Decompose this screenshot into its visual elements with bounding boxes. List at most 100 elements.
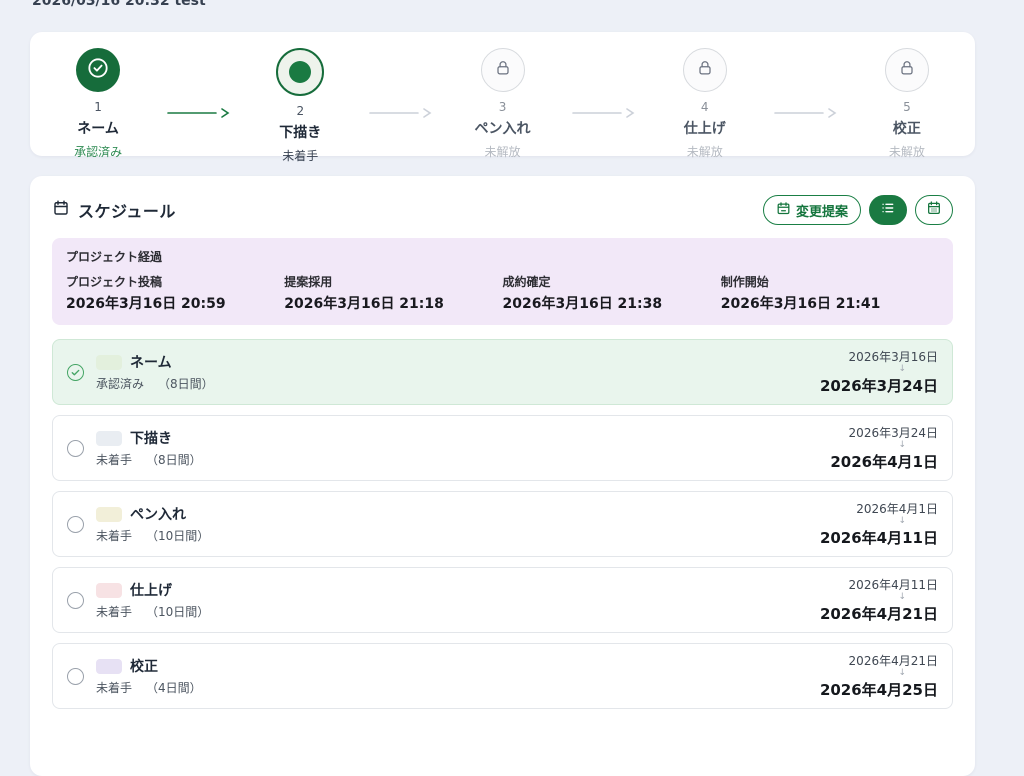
milestone-datetime: 2026年3月16日 21:41 xyxy=(721,293,939,313)
project-progress-banner: プロジェクト経過 プロジェクト投稿 2026年3月16日 20:59 提案採用 … xyxy=(52,238,953,325)
phase-row-shiage[interactable]: 仕上げ 未着手 （10日間） 2026年4月11日 ↓ 2026年4月21日 xyxy=(52,567,953,633)
phase-duration: （4日間） xyxy=(146,679,202,696)
step-number: 4 xyxy=(701,100,709,114)
step-label: 校正 xyxy=(893,118,921,138)
arrow-down-icon: ↓ xyxy=(820,365,906,373)
list-view-button[interactable] xyxy=(869,195,907,225)
phase-end-date: 2026年4月11日 xyxy=(820,527,938,548)
phase-status: 承認済み xyxy=(96,375,144,392)
empty-circle-icon xyxy=(67,440,84,457)
list-icon xyxy=(880,200,896,220)
phase-name: ペン入れ xyxy=(130,504,186,524)
empty-circle-icon xyxy=(67,668,84,685)
phase-name: 校正 xyxy=(130,656,158,676)
calendar-grid-icon xyxy=(926,200,942,220)
check-circle-icon xyxy=(67,364,84,381)
milestone-label: 提案採用 xyxy=(284,273,502,290)
phase-dates: 2026年4月21日 ↓ 2026年4月25日 xyxy=(820,652,938,700)
step-penire[interactable]: 3 ペン入れ 未解放 xyxy=(434,48,570,160)
lock-icon xyxy=(695,58,715,82)
arrow-right-icon xyxy=(571,104,637,123)
phase-start-date: 2026年4月1日 xyxy=(820,500,938,517)
milestone: 成約確定 2026年3月16日 21:38 xyxy=(503,273,721,313)
phase-end-date: 2026年4月25日 xyxy=(820,679,938,700)
phase-info: ネーム 承認済み （8日間） xyxy=(96,352,214,392)
step-name[interactable]: 1 ネーム 承認済み xyxy=(30,48,166,160)
arrow-right-icon xyxy=(166,104,232,123)
phase-list: ネーム 承認済み （8日間） 2026年3月16日 ↓ 2026年3月24日 下… xyxy=(52,339,953,709)
arrow-down-icon: ↓ xyxy=(820,517,906,525)
phase-name: 下描き xyxy=(130,428,172,448)
milestone: 提案採用 2026年3月16日 21:18 xyxy=(284,273,502,313)
schedule-header: スケジュール 変更提案 xyxy=(52,190,953,230)
phase-info: 校正 未着手 （4日間） xyxy=(96,656,202,696)
phase-color-chip xyxy=(96,355,122,370)
milestone-datetime: 2026年3月16日 21:38 xyxy=(503,293,721,313)
phase-dates: 2026年3月16日 ↓ 2026年3月24日 xyxy=(820,348,938,396)
schedule-panel: スケジュール 変更提案 プロジェクト経過 プ xyxy=(30,176,975,776)
step-status: 未解放 xyxy=(889,143,925,160)
phase-color-chip xyxy=(96,583,122,598)
change-proposal-button[interactable]: 変更提案 xyxy=(763,195,861,225)
phase-start-date: 2026年4月11日 xyxy=(820,576,938,593)
milestone: プロジェクト投稿 2026年3月16日 20:59 xyxy=(66,273,284,313)
page-top-note: 2026/03/16 20:32 test xyxy=(32,0,206,9)
phase-start-date: 2026年4月21日 xyxy=(820,652,938,669)
banner-title: プロジェクト経過 xyxy=(66,248,939,265)
step-4-circle xyxy=(683,48,727,92)
step-label: 下描き xyxy=(279,122,321,142)
empty-circle-icon xyxy=(67,516,84,533)
arrow-right-icon xyxy=(368,104,434,123)
phase-duration: （8日間） xyxy=(146,451,202,468)
phase-color-chip xyxy=(96,507,122,522)
step-label: 仕上げ xyxy=(684,118,726,138)
workflow-stepper: 1 ネーム 承認済み 2 下描き 未着手 3 ペン入れ 未解放 xyxy=(30,32,975,156)
step-shiage[interactable]: 4 仕上げ 未解放 xyxy=(637,48,773,160)
phase-row-penire[interactable]: ペン入れ 未着手 （10日間） 2026年4月1日 ↓ 2026年4月11日 xyxy=(52,491,953,557)
phase-name: 仕上げ xyxy=(130,580,172,600)
milestone: 制作開始 2026年3月16日 21:41 xyxy=(721,273,939,313)
step-label: ネーム xyxy=(77,118,119,138)
phase-duration: （10日間） xyxy=(146,527,209,544)
schedule-title: スケジュール xyxy=(78,198,176,222)
phase-dates: 2026年4月1日 ↓ 2026年4月11日 xyxy=(820,500,938,548)
phase-start-date: 2026年3月24日 xyxy=(830,424,938,441)
phase-row-name[interactable]: ネーム 承認済み （8日間） 2026年3月16日 ↓ 2026年3月24日 xyxy=(52,339,953,405)
milestone-columns: プロジェクト投稿 2026年3月16日 20:59 提案採用 2026年3月16… xyxy=(66,273,939,313)
phase-row-kousei[interactable]: 校正 未着手 （4日間） 2026年4月21日 ↓ 2026年4月25日 xyxy=(52,643,953,709)
step-2-circle xyxy=(276,48,324,96)
step-status: 未解放 xyxy=(687,143,723,160)
step-status: 未解放 xyxy=(485,143,521,160)
lock-icon xyxy=(897,58,917,82)
phase-duration: （10日間） xyxy=(146,603,209,620)
phase-status: 未着手 xyxy=(96,451,132,468)
phase-color-chip xyxy=(96,659,122,674)
step-number: 5 xyxy=(903,100,911,114)
arrow-down-icon: ↓ xyxy=(820,593,906,601)
milestone-label: プロジェクト投稿 xyxy=(66,273,284,290)
phase-status: 未着手 xyxy=(96,679,132,696)
step-kousei[interactable]: 5 校正 未解放 xyxy=(839,48,975,160)
phase-end-date: 2026年3月24日 xyxy=(820,375,938,396)
calendar-edit-icon xyxy=(776,201,791,220)
current-step-dot-icon xyxy=(289,61,311,83)
step-label: ペン入れ xyxy=(475,118,531,138)
arrow-down-icon: ↓ xyxy=(830,441,906,449)
step-5-circle xyxy=(885,48,929,92)
step-1-circle xyxy=(76,48,120,92)
phase-color-chip xyxy=(96,431,122,446)
step-shitagaki[interactable]: 2 下描き 未着手 xyxy=(232,48,368,164)
milestone-label: 成約確定 xyxy=(503,273,721,290)
milestone-datetime: 2026年3月16日 21:18 xyxy=(284,293,502,313)
phase-end-date: 2026年4月1日 xyxy=(830,451,938,472)
phase-name: ネーム xyxy=(130,352,172,372)
phase-row-shitagaki[interactable]: 下描き 未着手 （8日間） 2026年3月24日 ↓ 2026年4月1日 xyxy=(52,415,953,481)
schedule-actions: 変更提案 xyxy=(763,195,953,225)
milestone-datetime: 2026年3月16日 20:59 xyxy=(66,293,284,313)
step-number: 3 xyxy=(499,100,507,114)
phase-duration: （8日間） xyxy=(158,375,214,392)
lock-icon xyxy=(493,58,513,82)
calendar-view-button[interactable] xyxy=(915,195,953,225)
arrow-right-icon xyxy=(773,104,839,123)
phase-info: 仕上げ 未着手 （10日間） xyxy=(96,580,209,620)
